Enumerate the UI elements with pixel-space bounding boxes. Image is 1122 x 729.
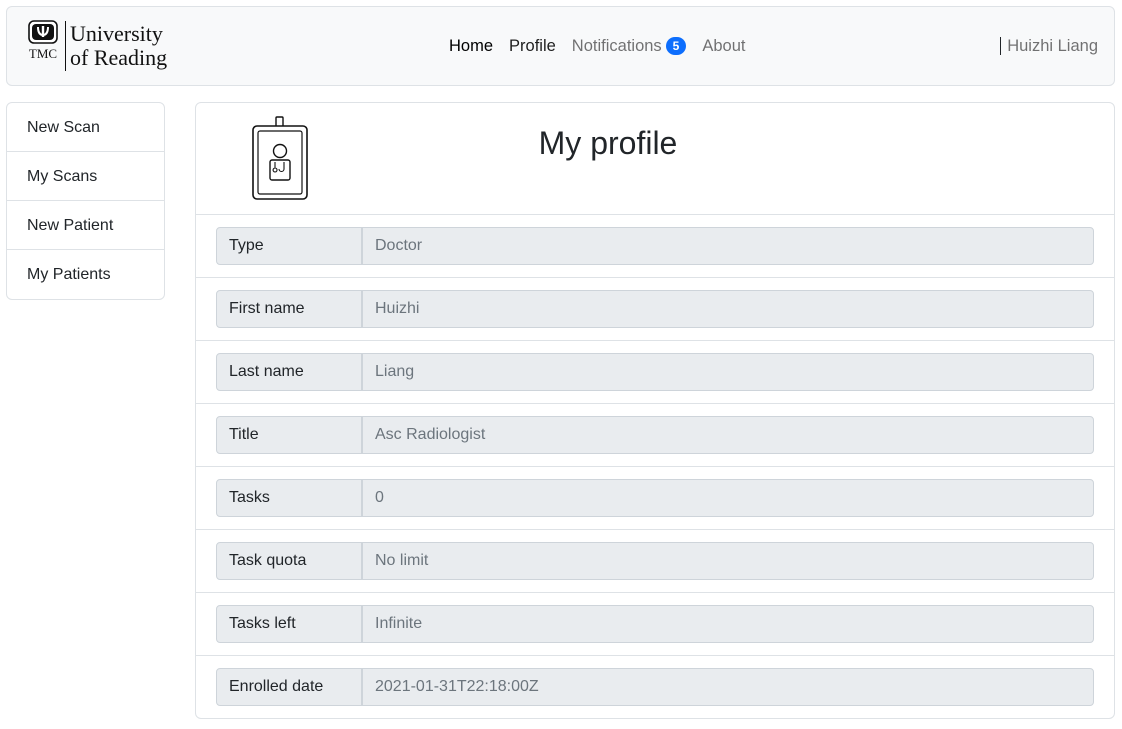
profile-row-last-name: Last name Liang	[196, 341, 1114, 404]
notifications-count-badge: 5	[665, 36, 687, 55]
field-label: Tasks	[216, 479, 362, 517]
profile-row-tasks-left: Tasks left Infinite	[196, 593, 1114, 656]
nav-about-link[interactable]: About	[702, 37, 745, 56]
university-name: University of Reading	[70, 22, 167, 70]
sidebar: New Scan My Scans New Patient My Patient…	[6, 102, 165, 300]
profile-row-task-quota: Task quota No limit	[196, 530, 1114, 593]
profile-row-type: Type Doctor	[196, 215, 1114, 278]
brand-logo[interactable]: TMC University of Reading	[23, 20, 167, 72]
page-title: My profile	[538, 125, 678, 161]
last-name-field: Liang	[362, 353, 1094, 391]
field-label: Last name	[216, 353, 362, 391]
field-label: Enrolled date	[216, 668, 362, 706]
nav-profile-link[interactable]: Profile	[509, 37, 556, 56]
profile-row-title: Title Asc Radiologist	[196, 404, 1114, 467]
tasks-field: 0	[362, 479, 1094, 517]
profile-row-first-name: First name Huizhi	[196, 278, 1114, 341]
profile-card: My profile Type Doctor First name Huizhi…	[195, 102, 1115, 719]
nav-notifications-label: Notifications	[571, 36, 662, 55]
sidebar-item-my-patients[interactable]: My Patients	[7, 250, 164, 299]
task-quota-field: No limit	[362, 542, 1094, 580]
profile-card-header: My profile	[196, 103, 1114, 215]
type-field: Doctor	[362, 227, 1094, 265]
tmc-logo-text: TMC	[28, 46, 58, 61]
tmc-logo-icon	[28, 20, 58, 44]
profile-row-enrolled-date: Enrolled date 2021-01-31T22:18:00Z	[196, 656, 1114, 719]
user-separator	[1000, 37, 1002, 55]
nav-links: Home Profile Notifications 5 About	[449, 7, 745, 85]
user-name: Huizhi Liang	[1007, 36, 1098, 55]
title-field: Asc Radiologist	[362, 416, 1094, 454]
first-name-field: Huizhi	[362, 290, 1094, 328]
sidebar-item-my-scans[interactable]: My Scans	[7, 152, 164, 201]
profile-row-tasks: Tasks 0	[196, 467, 1114, 530]
field-label: First name	[216, 290, 362, 328]
tasks-left-field: Infinite	[362, 605, 1094, 643]
field-label: Type	[216, 227, 362, 265]
top-navbar: TMC University of Reading Home Profile N…	[6, 6, 1115, 86]
sidebar-item-new-patient[interactable]: New Patient	[7, 201, 164, 250]
university-name-line2: of Reading	[70, 45, 168, 70]
user-menu[interactable]: Huizhi Liang	[1000, 7, 1098, 85]
brand-divider	[65, 21, 66, 71]
field-label: Task quota	[216, 542, 362, 580]
tmc-logo: TMC	[23, 20, 63, 72]
enrolled-date-field: 2021-01-31T22:18:00Z	[362, 668, 1094, 706]
nav-home-link[interactable]: Home	[449, 37, 493, 56]
nav-notifications-link[interactable]: Notifications 5	[571, 36, 687, 56]
field-label: Title	[216, 416, 362, 454]
university-name-line1: University	[70, 21, 163, 46]
sidebar-item-new-scan[interactable]: New Scan	[7, 103, 164, 152]
field-label: Tasks left	[216, 605, 362, 643]
